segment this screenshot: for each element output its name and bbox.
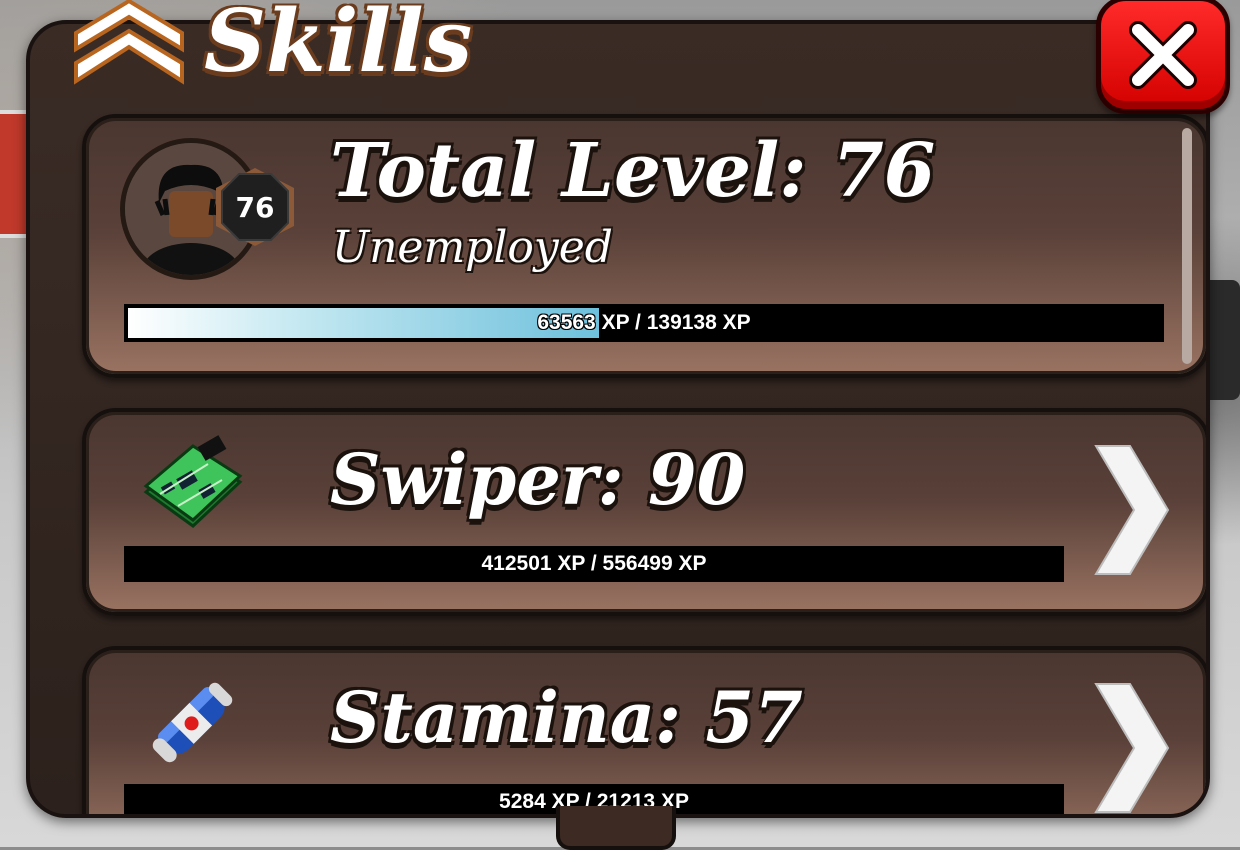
- skill-title: Stamina: 57: [330, 676, 803, 759]
- skills-panel: 76 Total Level: 76 Unemployed 63563 XP /…: [26, 20, 1210, 818]
- total-xp-text: 63563 XP / 139138 XP: [537, 311, 751, 334]
- close-icon: [1129, 21, 1197, 89]
- total-xp-bar: 63563 XP / 139138 XP: [124, 304, 1164, 342]
- job-title: Unemployed: [332, 222, 613, 273]
- level-badge: 76: [216, 168, 294, 246]
- close-button[interactable]: [1096, 0, 1230, 114]
- panel-header: Skills: [74, 0, 472, 92]
- double-chevron-up-icon: [74, 0, 184, 87]
- skill-xp-text: 412501 XP / 556499 XP: [481, 552, 707, 575]
- skill-xp-bar: 412501 XP / 556499 XP: [124, 546, 1064, 582]
- panel-title: Skills: [204, 0, 473, 92]
- chevron-right-icon[interactable]: [1090, 680, 1170, 814]
- chevron-right-icon[interactable]: [1090, 442, 1170, 578]
- level-badge-value: 76: [235, 190, 275, 224]
- skill-title: Swiper: 90: [330, 438, 746, 521]
- skill-card-swiper[interactable]: Swiper: 90 412501 XP / 556499 XP: [82, 408, 1206, 616]
- skill-card-stamina[interactable]: Stamina: 57 5284 XP / 21213 XP: [82, 646, 1206, 814]
- energy-drink-can-icon: [138, 672, 248, 772]
- total-level-title: Total Level: 76: [330, 128, 936, 214]
- total-level-card: 76 Total Level: 76 Unemployed 63563 XP /…: [82, 114, 1206, 378]
- circuit-board-icon: [138, 434, 248, 534]
- scrollbar[interactable]: [1182, 128, 1192, 364]
- bottom-tab[interactable]: [556, 806, 676, 850]
